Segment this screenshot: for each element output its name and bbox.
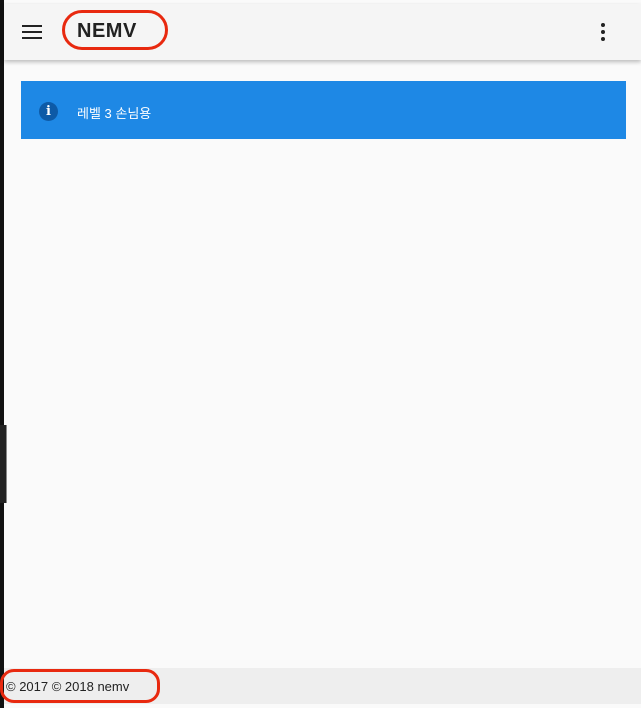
menu-button[interactable] bbox=[14, 16, 50, 48]
title-highlight-annotation bbox=[62, 10, 168, 50]
more-vertical-icon bbox=[601, 23, 605, 27]
resize-handle[interactable] bbox=[0, 425, 7, 503]
window-left-edge bbox=[0, 0, 4, 708]
alert-message: 레벨 3 손님용 bbox=[77, 106, 152, 121]
more-options-button[interactable] bbox=[591, 20, 615, 44]
footer: © 2017 © 2018 nemv bbox=[0, 668, 641, 704]
app-window: NEMV i 레벨 3 손님용 © 2017 © 2018 nemv bbox=[0, 0, 641, 708]
app-bar: NEMV bbox=[4, 4, 641, 60]
info-icon: i bbox=[39, 102, 58, 121]
footer-highlight-annotation bbox=[0, 669, 160, 703]
info-alert: i 레벨 3 손님용 bbox=[21, 81, 626, 139]
hamburger-menu-icon bbox=[22, 25, 42, 39]
